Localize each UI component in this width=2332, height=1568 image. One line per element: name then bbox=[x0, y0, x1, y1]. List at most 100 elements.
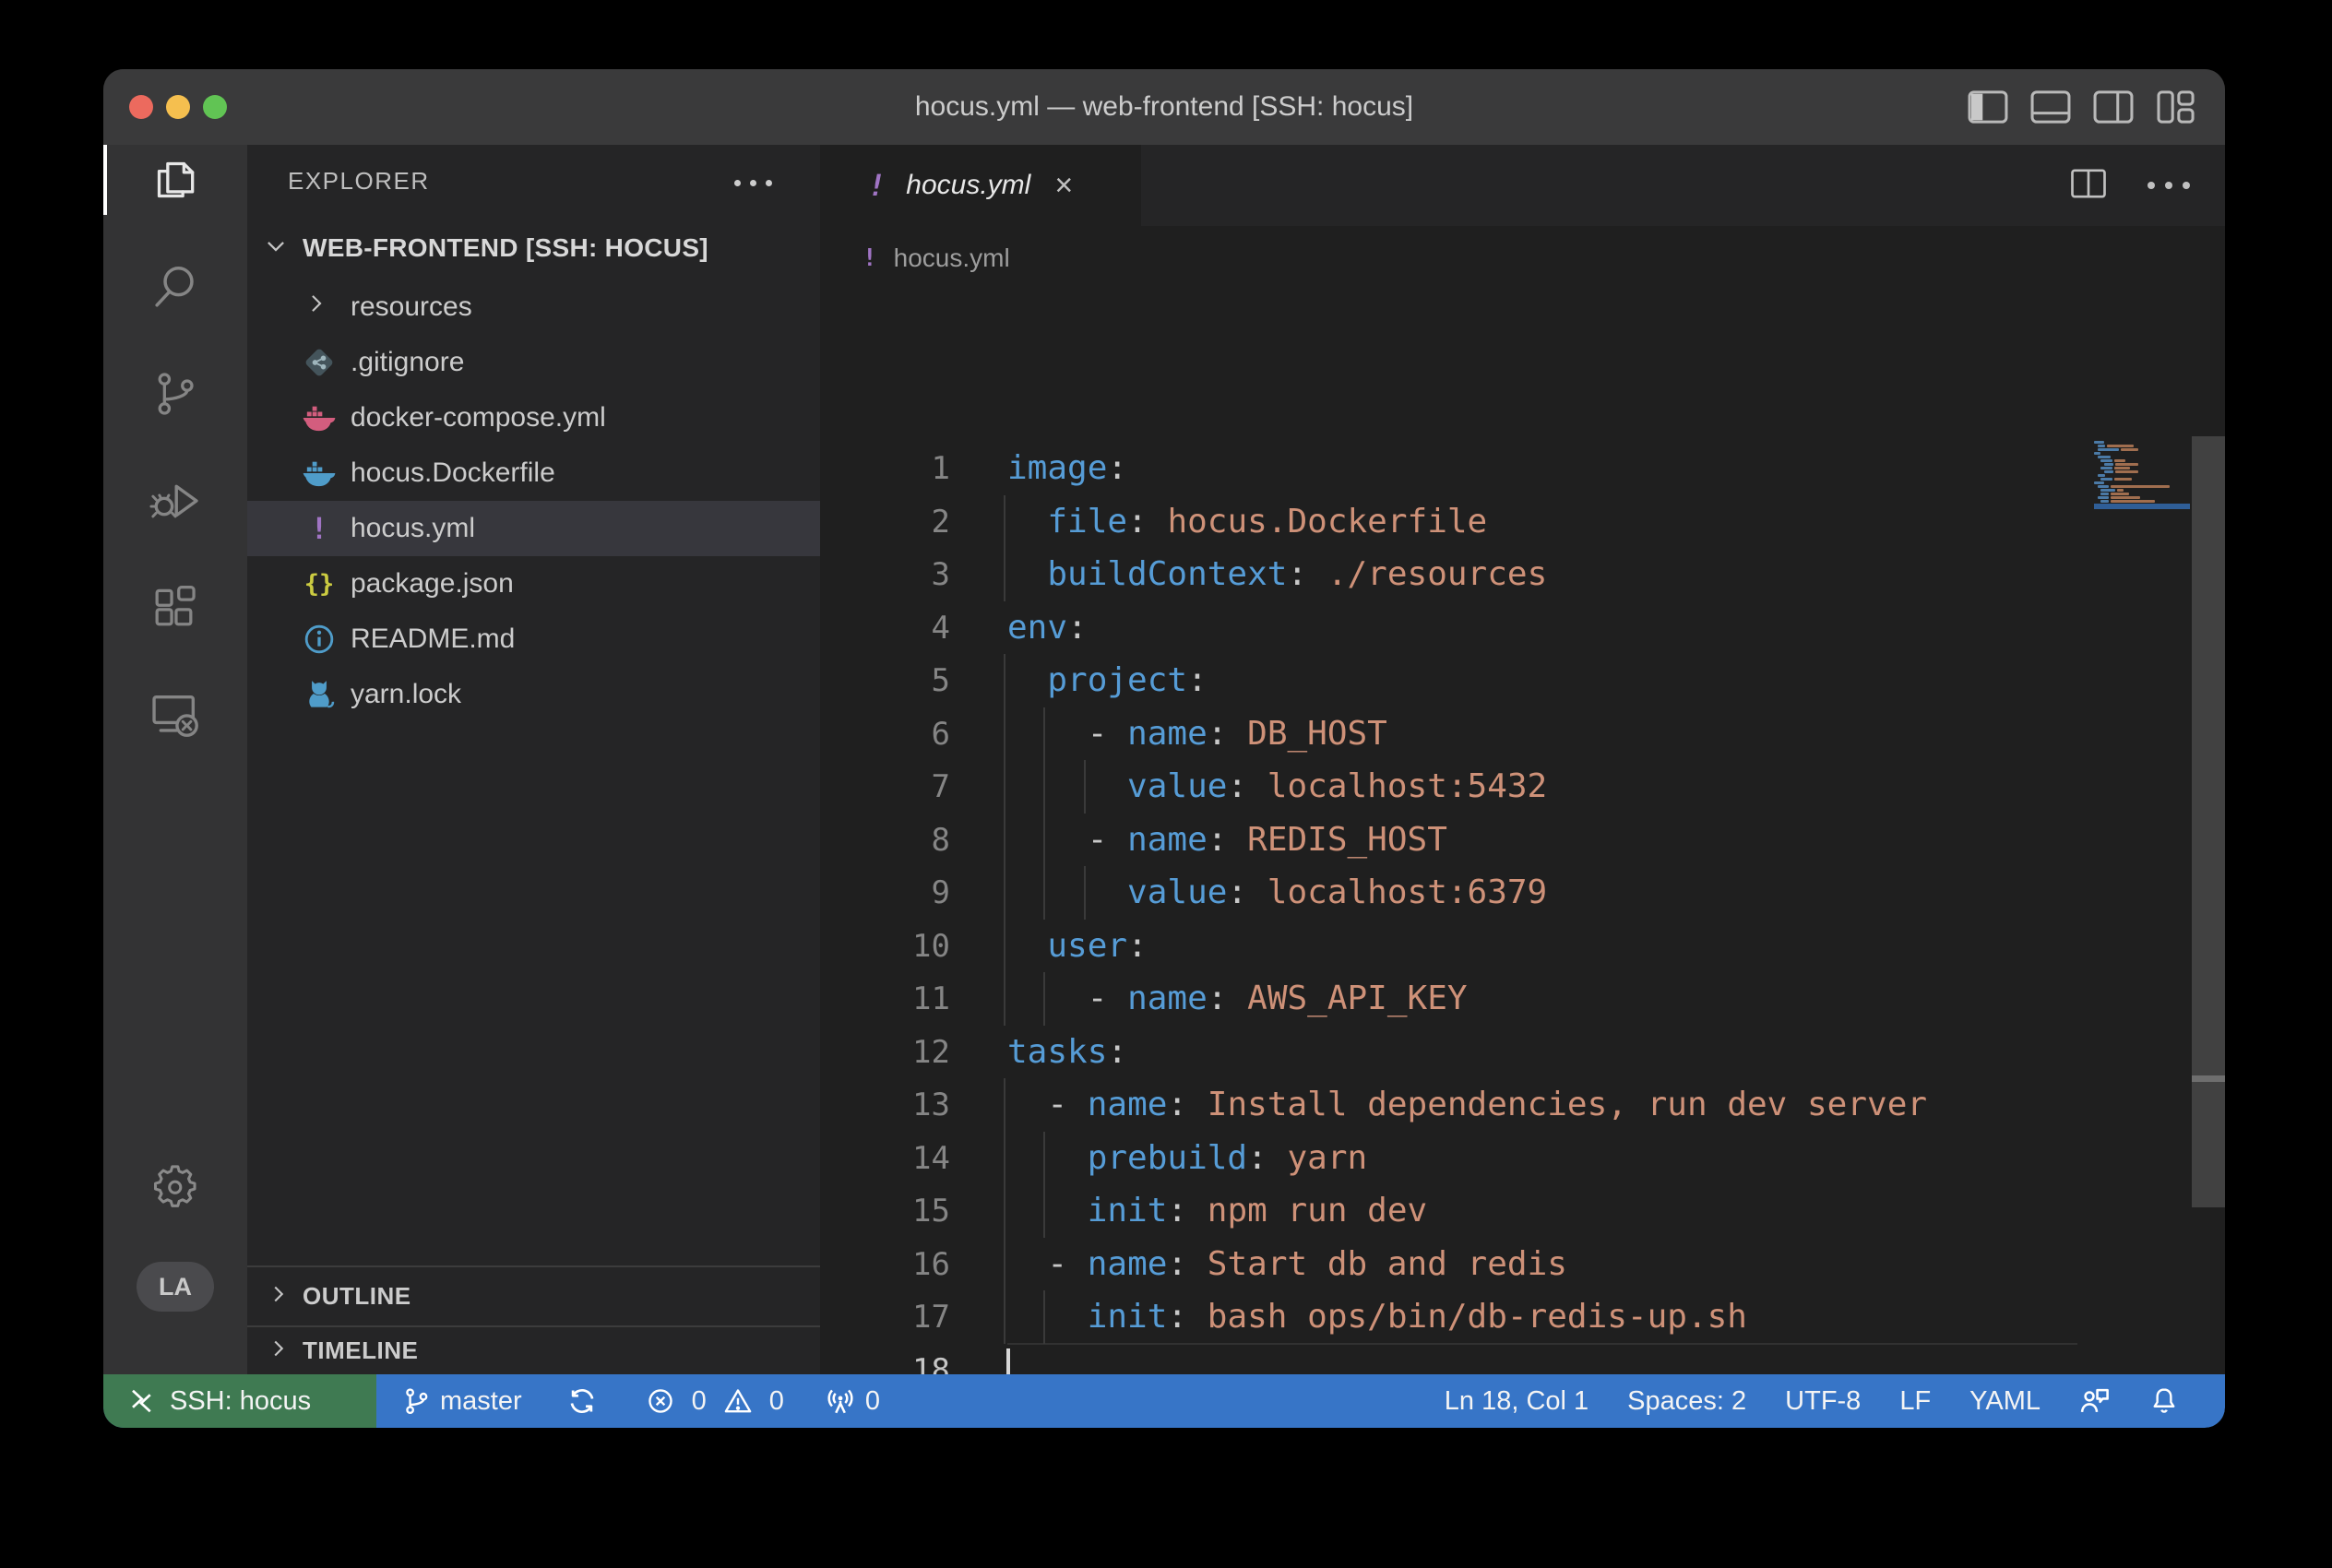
line-content: env: bbox=[1007, 601, 1088, 655]
tree-root-folder[interactable]: WEB-FRONTEND [SSH: HOCUS] bbox=[247, 220, 820, 277]
code-line-11[interactable]: 11 - name: AWS_API_KEY bbox=[820, 972, 2225, 1026]
toggle-sidebar-icon[interactable] bbox=[1967, 89, 2009, 125]
timeline-label: TIMELINE bbox=[303, 1336, 418, 1365]
tree-item-resources[interactable]: resources bbox=[247, 279, 820, 335]
minimap-current-line bbox=[2094, 504, 2190, 509]
scrollbar-thumb[interactable] bbox=[2192, 436, 2225, 1207]
root-folder-label: WEB-FRONTEND [SSH: HOCUS] bbox=[303, 233, 708, 263]
activity-bar: LA bbox=[103, 145, 247, 1374]
activity-bar-remote-explorer[interactable] bbox=[103, 671, 247, 759]
activity-bar-search[interactable] bbox=[103, 243, 247, 331]
line-content: image: bbox=[1007, 442, 1127, 495]
yaml-file-icon: ! bbox=[868, 168, 886, 203]
indent-guide bbox=[1004, 707, 1005, 761]
line-number: 5 bbox=[820, 654, 950, 707]
sync-indicator[interactable] bbox=[566, 1385, 598, 1417]
tree-item-hocus-dockerfile[interactable]: hocus.Dockerfile bbox=[247, 445, 820, 501]
code-line-5[interactable]: 5 project: bbox=[820, 654, 2225, 707]
tree-item-docker-compose-yml[interactable]: docker-compose.yml bbox=[247, 390, 820, 445]
activity-bar-extensions[interactable] bbox=[103, 564, 247, 652]
problems-indicator[interactable]: 0 0 bbox=[646, 1386, 784, 1417]
tree-item-yarn-lock[interactable]: yarn.lock bbox=[247, 667, 820, 722]
indent-guide bbox=[1004, 1184, 1005, 1238]
line-content: init: npm run dev bbox=[1007, 1184, 1427, 1238]
toggle-panel-icon[interactable] bbox=[2029, 89, 2072, 125]
sidebar-header: EXPLORER bbox=[247, 145, 820, 220]
code-editor[interactable]: 1image:2 file: hocus.Dockerfile3 buildCo… bbox=[820, 291, 2225, 1374]
code-line-3[interactable]: 3 buildContext: ./resources bbox=[820, 548, 2225, 601]
code-line-1[interactable]: 1image: bbox=[820, 442, 2225, 495]
ports-count: 0 bbox=[865, 1386, 880, 1417]
account-avatar[interactable]: LA bbox=[137, 1262, 214, 1312]
tab-hocus-yml[interactable]: ! hocus.yml × bbox=[820, 145, 1141, 226]
file-name: README.md bbox=[351, 624, 515, 655]
tree-item-package-json[interactable]: {} package.json bbox=[247, 556, 820, 612]
code-line-16[interactable]: 16 - name: Start db and redis bbox=[820, 1238, 2225, 1291]
code-line-15[interactable]: 15 init: npm run dev bbox=[820, 1184, 2225, 1238]
line-content: user: bbox=[1007, 920, 1148, 973]
code-line-2[interactable]: 2 file: hocus.Dockerfile bbox=[820, 495, 2225, 549]
timeline-section-header[interactable]: TIMELINE bbox=[247, 1325, 820, 1374]
ports-indicator[interactable]: 0 bbox=[825, 1385, 880, 1417]
indent-guide bbox=[1004, 1238, 1005, 1291]
breadcrumb[interactable]: ! hocus.yml bbox=[820, 226, 2225, 291]
tree-item-readme-md[interactable]: README.md bbox=[247, 612, 820, 667]
code-line-13[interactable]: 13 - name: Install dependencies, run dev… bbox=[820, 1078, 2225, 1132]
indent-guide bbox=[1004, 866, 1005, 920]
minimap[interactable] bbox=[2094, 441, 2190, 718]
editor-group: ! hocus.yml × ! hocus.yml 1image:2 file:… bbox=[820, 145, 2225, 1374]
more-actions-icon[interactable] bbox=[2148, 182, 2190, 189]
cursor-position[interactable]: Ln 18, Col 1 bbox=[1445, 1386, 1588, 1417]
feedback-icon[interactable] bbox=[2079, 1385, 2111, 1417]
language-mode[interactable]: YAML bbox=[1969, 1386, 2040, 1417]
eol[interactable]: LF bbox=[1899, 1386, 1931, 1417]
code-line-8[interactable]: 8 - name: REDIS_HOST bbox=[820, 814, 2225, 867]
code-line-4[interactable]: 4env: bbox=[820, 601, 2225, 655]
code-line-10[interactable]: 10 user: bbox=[820, 920, 2225, 973]
yaml-file-icon: ! bbox=[863, 244, 877, 272]
tree-item--gitignore[interactable]: .gitignore bbox=[247, 335, 820, 390]
docker-file-icon bbox=[301, 399, 338, 436]
line-content: tasks: bbox=[1007, 1026, 1127, 1079]
line-content: init: bash ops/bin/db-redis-up.sh bbox=[1007, 1290, 1747, 1344]
toggle-secondary-sidebar-icon[interactable] bbox=[2092, 89, 2135, 125]
outline-section-header[interactable]: OUTLINE bbox=[247, 1265, 820, 1325]
indent-guide bbox=[1004, 1078, 1005, 1132]
indent-guide bbox=[1004, 814, 1005, 867]
notifications-bell-icon[interactable] bbox=[2149, 1386, 2179, 1416]
file-name: package.json bbox=[351, 568, 514, 600]
customize-layout-icon[interactable] bbox=[2155, 89, 2197, 125]
indent-guide bbox=[1004, 760, 1005, 814]
indentation[interactable]: Spaces: 2 bbox=[1627, 1386, 1746, 1417]
code-line-7[interactable]: 7 value: localhost:5432 bbox=[820, 760, 2225, 814]
yaml-file-icon: ! bbox=[301, 510, 338, 547]
split-editor-icon[interactable] bbox=[2070, 168, 2107, 204]
activity-bar-explorer[interactable] bbox=[103, 136, 247, 224]
activity-bar-run-and-debug[interactable] bbox=[103, 457, 247, 545]
branch-name: master bbox=[440, 1386, 522, 1417]
file-tree: resources.gitignore docker-compose.yml hoc… bbox=[247, 279, 820, 722]
overview-ruler-marker bbox=[2192, 1075, 2225, 1082]
tab-label: hocus.yml bbox=[906, 170, 1030, 201]
branch-indicator[interactable]: master bbox=[401, 1386, 522, 1417]
line-content: - name: Install dependencies, run dev se… bbox=[1007, 1078, 1927, 1132]
line-content: - name: Start db and redis bbox=[1007, 1238, 1567, 1291]
file-name: docker-compose.yml bbox=[351, 402, 606, 434]
line-number: 7 bbox=[820, 760, 950, 814]
tab-bar: ! hocus.yml × bbox=[820, 145, 2225, 226]
line-content: buildContext: ./resources bbox=[1007, 548, 1547, 601]
explorer-more-actions-icon[interactable] bbox=[734, 180, 772, 186]
code-line-12[interactable]: 12tasks: bbox=[820, 1026, 2225, 1079]
activity-bar-source-control[interactable] bbox=[103, 350, 247, 438]
tree-item-hocus-yml[interactable]: !hocus.yml bbox=[247, 501, 820, 556]
code-line-14[interactable]: 14 prebuild: yarn bbox=[820, 1132, 2225, 1185]
settings-gear-icon[interactable] bbox=[103, 1146, 247, 1229]
warning-count: 0 bbox=[769, 1386, 784, 1417]
code-line-17[interactable]: 17 init: bash ops/bin/db-redis-up.sh bbox=[820, 1290, 2225, 1344]
encoding[interactable]: UTF-8 bbox=[1785, 1386, 1861, 1417]
close-tab-icon[interactable]: × bbox=[1054, 170, 1073, 201]
json-file-icon: {} bbox=[301, 565, 338, 602]
code-line-6[interactable]: 6 - name: DB_HOST bbox=[820, 707, 2225, 761]
remote-indicator[interactable]: SSH: hocus bbox=[103, 1374, 376, 1428]
code-line-9[interactable]: 9 value: localhost:6379 bbox=[820, 866, 2225, 920]
